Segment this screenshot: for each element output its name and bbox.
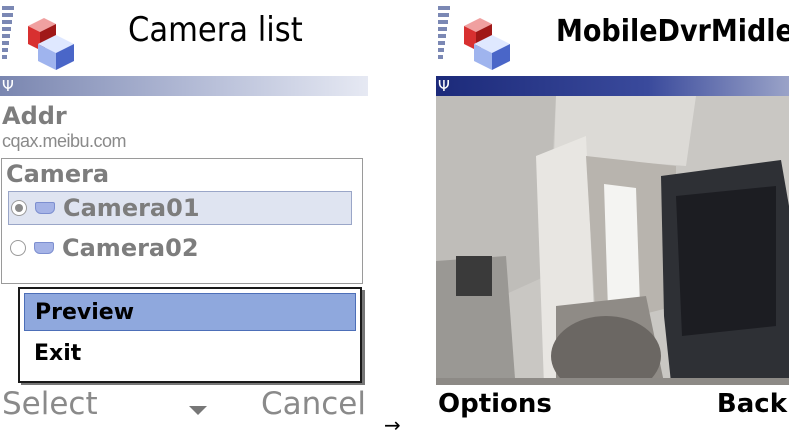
page-title: MobileDvrMidlet xyxy=(556,14,789,49)
camera-icon xyxy=(35,202,55,214)
softkey-bar: Select Cancel xyxy=(0,385,368,425)
camera-option-2[interactable]: Camera02 xyxy=(8,231,352,265)
radio-icon xyxy=(10,240,26,256)
title-bar: Camera list xyxy=(0,0,368,75)
menu-item-preview[interactable]: Preview xyxy=(24,293,356,331)
camera-video-feed xyxy=(436,96,789,392)
transition-arrow: → xyxy=(384,413,401,437)
camera-label: Camera xyxy=(6,160,110,188)
options-softkey[interactable]: Options xyxy=(438,387,552,421)
signal-strength-icon xyxy=(2,6,14,70)
options-menu: Preview Exit xyxy=(18,287,362,383)
back-softkey[interactable]: Back xyxy=(717,387,787,421)
camera-option-label: Camera02 xyxy=(62,234,199,262)
title-gradient-bar xyxy=(0,76,368,96)
page-title: Camera list xyxy=(128,10,303,50)
camera-choice-group: Camera Camera01 Camera02 xyxy=(1,158,363,284)
antenna-icon: Ψ xyxy=(2,77,14,95)
camera-option-label: Camera01 xyxy=(63,194,200,222)
app-cubes-icon xyxy=(28,18,74,70)
select-softkey[interactable]: Select xyxy=(2,387,98,421)
antenna-icon: Ψ xyxy=(438,77,450,95)
camera-list-screen: Camera list Ψ Addr cqax.meibu.com Camera… xyxy=(0,0,368,425)
signal-strength-icon xyxy=(438,6,450,70)
camera-preview-screen: MobileDvrMidlet Ψ Options Back xyxy=(436,0,789,425)
addr-label: Addr xyxy=(2,102,67,130)
camera-icon xyxy=(34,242,54,254)
softkey-bar: Options Back xyxy=(436,385,789,425)
title-gradient-bar xyxy=(436,76,789,96)
chevron-down-icon xyxy=(189,406,207,415)
cancel-softkey[interactable]: Cancel xyxy=(261,387,366,421)
app-cubes-icon xyxy=(464,18,510,70)
title-bar: MobileDvrMidlet xyxy=(436,0,789,75)
menu-item-exit[interactable]: Exit xyxy=(24,335,356,373)
radio-selected-icon xyxy=(11,200,27,216)
addr-value[interactable]: cqax.meibu.com xyxy=(2,131,127,152)
camera-option-1[interactable]: Camera01 xyxy=(8,191,352,225)
